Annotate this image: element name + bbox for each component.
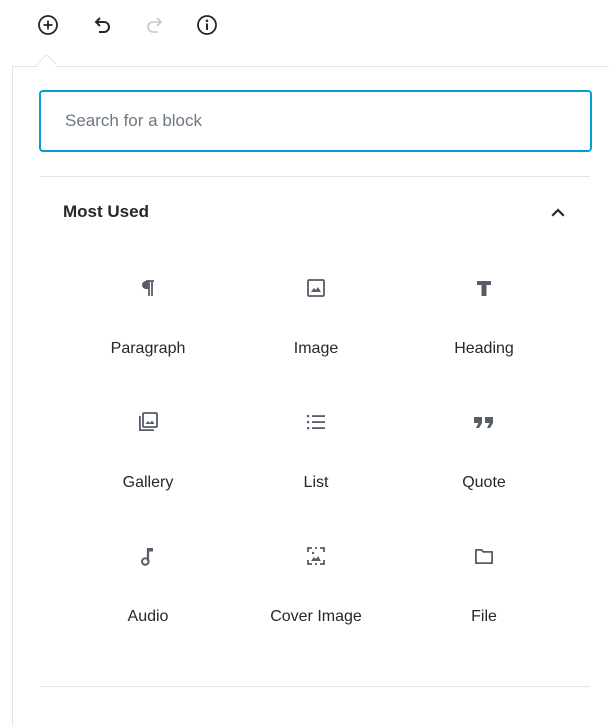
block-label: Paragraph [110, 340, 186, 357]
block-heading[interactable]: Heading [409, 252, 559, 362]
block-paragraph[interactable]: Paragraph [73, 252, 223, 362]
block-gallery[interactable]: Gallery [73, 386, 223, 496]
block-label: Audio [127, 608, 169, 625]
block-label: File [471, 608, 497, 625]
undo-button[interactable] [87, 10, 117, 40]
block-audio[interactable]: Audio [73, 520, 223, 630]
heading-icon [409, 274, 559, 302]
block-label: Quote [462, 474, 506, 491]
gallery-icon [73, 408, 223, 436]
info-button[interactable] [192, 10, 222, 40]
plus-circle-icon [38, 15, 58, 35]
block-label: Image [293, 340, 339, 357]
list-icon [241, 408, 391, 436]
undo-icon [94, 17, 110, 33]
audio-icon [73, 542, 223, 570]
block-label: List [303, 474, 329, 491]
image-icon [241, 274, 391, 302]
block-label: Heading [454, 340, 514, 357]
redo-button[interactable] [140, 10, 170, 40]
most-used-panel-toggle[interactable]: Most Used [40, 186, 590, 238]
block-search-input[interactable] [39, 90, 592, 152]
block-label: Gallery [122, 474, 174, 491]
panel-title: Most Used [63, 202, 149, 221]
block-list[interactable]: List [241, 386, 391, 496]
block-label: Cover Image [270, 608, 362, 625]
block-quote[interactable]: Quote [409, 386, 559, 496]
divider [40, 686, 590, 687]
info-icon [197, 15, 217, 35]
redo-icon [147, 17, 163, 33]
add-block-button[interactable] [33, 10, 63, 40]
cover-image-icon [241, 542, 391, 570]
chevron-up-icon [551, 208, 565, 217]
divider [40, 176, 590, 177]
editor-toolbar [0, 0, 609, 56]
block-file[interactable]: File [409, 520, 559, 630]
block-cover-image[interactable]: Cover Image [241, 520, 391, 630]
quote-icon [409, 408, 559, 436]
paragraph-icon [73, 274, 223, 302]
block-image[interactable]: Image [241, 252, 391, 362]
file-icon [409, 542, 559, 570]
